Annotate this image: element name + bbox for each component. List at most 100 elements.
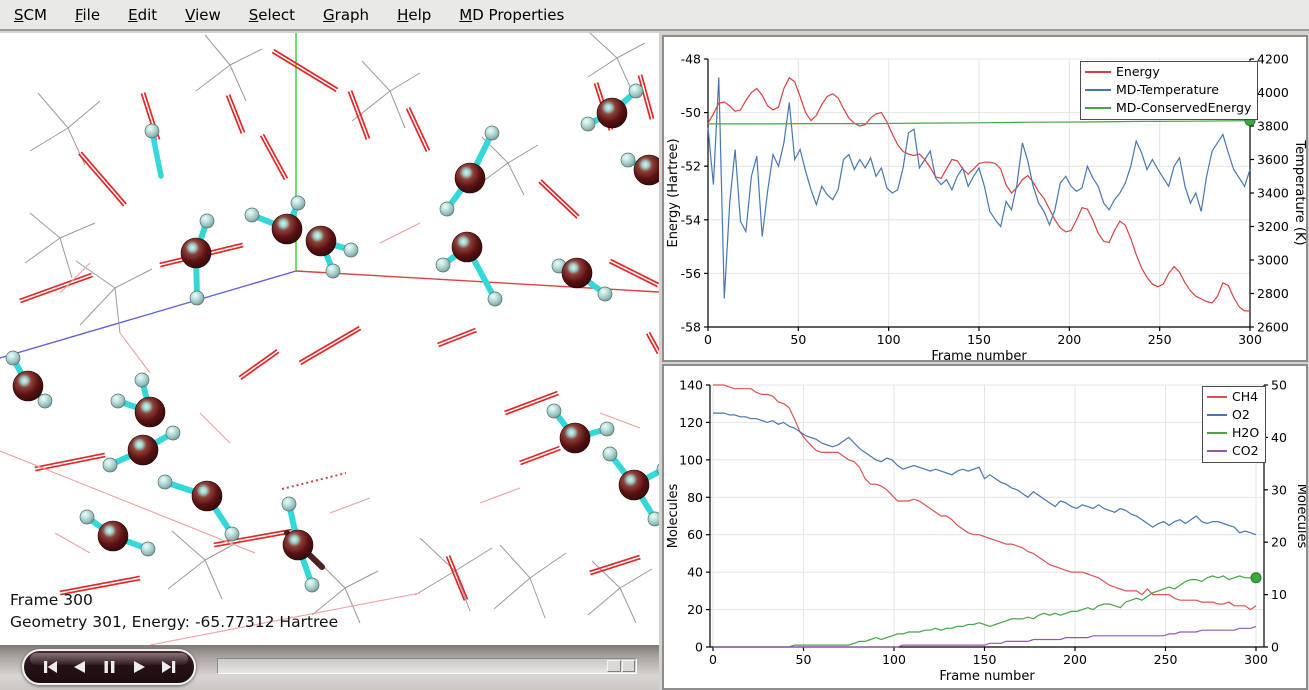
- menu-edit[interactable]: Edit: [128, 6, 157, 24]
- svg-text:30: 30: [1271, 482, 1287, 497]
- water-molecule: [111, 373, 165, 427]
- menu-view[interactable]: View: [185, 6, 221, 24]
- oh-fragment: [145, 124, 161, 176]
- skip-to-end-icon: [160, 659, 179, 675]
- legend-entry-md-conservedenergy: MD-ConservedEnergy: [1085, 99, 1251, 117]
- svg-text:Energy (Hartree): Energy (Hartree): [666, 138, 681, 247]
- o2-molecule: [227, 94, 245, 133]
- o2-molecule: [590, 555, 641, 574]
- svg-text:250: 250: [1154, 652, 1178, 667]
- legend-swatch-co2: [1207, 450, 1227, 453]
- svg-text:120: 120: [679, 415, 703, 430]
- svg-text:250: 250: [1148, 332, 1172, 347]
- o2-molecule: [19, 273, 92, 302]
- skip-to-start-icon: [40, 659, 59, 675]
- step-backward-icon: [70, 659, 89, 675]
- svg-text:0: 0: [709, 652, 717, 667]
- svg-text:-48: -48: [681, 52, 701, 67]
- energy-temperature-chart-panel: 050100150200250300-58-56-54-52-50-482600…: [662, 35, 1308, 362]
- legend-swatch-h2o: [1207, 432, 1227, 435]
- legend-entry-md-temperature: MD-Temperature: [1085, 81, 1251, 99]
- water-molecule: [80, 510, 155, 556]
- player-bar: [0, 645, 659, 690]
- o2-molecule: [407, 107, 430, 151]
- legend-entry-h2o: H2O: [1207, 424, 1259, 442]
- svg-text:3800: 3800: [1257, 119, 1289, 134]
- water-molecule: [103, 426, 180, 472]
- molecules-chart-panel: 0501001502002503000204060801001201400102…: [662, 364, 1308, 690]
- legend-swatch-energy: [1085, 71, 1111, 74]
- svg-text:100: 100: [882, 652, 906, 667]
- svg-text:80: 80: [687, 490, 703, 505]
- water-molecule: [245, 196, 305, 244]
- o2-molecule-faint: [380, 223, 420, 243]
- svg-text:150: 150: [973, 652, 997, 667]
- molecule-scene[interactable]: [0, 33, 659, 645]
- o2-molecule: [539, 180, 579, 218]
- svg-text:200: 200: [1057, 332, 1081, 347]
- water-molecule: [282, 497, 319, 592]
- o2-molecule: [437, 329, 476, 347]
- legend-label: Energy: [1116, 63, 1160, 81]
- svg-text:40: 40: [1271, 430, 1287, 445]
- water-molecule: [552, 258, 612, 301]
- legend-swatch-ch4: [1207, 396, 1227, 399]
- svg-text:100: 100: [877, 332, 901, 347]
- svg-text:50: 50: [796, 652, 812, 667]
- water-molecule: [306, 226, 358, 278]
- svg-text:-50: -50: [681, 105, 701, 120]
- legend-swatch-md-conservedenergy: [1085, 107, 1111, 110]
- skip-to-end-button[interactable]: [159, 658, 179, 676]
- water-molecule: [547, 404, 614, 453]
- svg-text:300: 300: [1244, 652, 1268, 667]
- svg-text:3200: 3200: [1257, 219, 1289, 234]
- play-button[interactable]: [129, 658, 149, 676]
- svg-text:Temperature (K): Temperature (K): [1292, 139, 1306, 245]
- svg-text:50: 50: [1271, 378, 1287, 393]
- o2-molecule: [35, 453, 106, 470]
- current-frame-marker[interactable]: [1251, 573, 1261, 583]
- energy-chart-legend: EnergyMD-TemperatureMD-ConservedEnergy: [1080, 61, 1258, 120]
- legend-label: CH4: [1232, 388, 1258, 406]
- water-molecule: [6, 351, 52, 408]
- o2-molecule: [519, 447, 560, 465]
- svg-text:200: 200: [1063, 652, 1087, 667]
- o2-molecule: [447, 555, 468, 600]
- svg-text:0: 0: [1271, 640, 1279, 655]
- menu-select[interactable]: Select: [249, 6, 295, 24]
- ch4-wireframe: [30, 93, 100, 165]
- svg-text:-56: -56: [681, 266, 701, 281]
- molecule-viewer[interactable]: Frame 300 Geometry 301, Energy: -65.7731…: [0, 33, 659, 645]
- water-molecule: [440, 126, 499, 216]
- svg-text:4200: 4200: [1257, 52, 1289, 67]
- svg-text:100: 100: [679, 452, 703, 467]
- ch4-wireframe: [196, 35, 262, 101]
- svg-text:-58: -58: [681, 320, 701, 335]
- o2-molecule-faint: [480, 488, 520, 503]
- svg-text:-52: -52: [681, 159, 701, 174]
- o2-molecule: [609, 260, 658, 287]
- step-backward-button[interactable]: [69, 658, 89, 676]
- ch4-wireframe: [588, 561, 652, 623]
- svg-text:140: 140: [679, 378, 703, 393]
- water-molecule: [158, 475, 239, 541]
- frame-status: Frame 300 Geometry 301, Energy: -65.7731…: [10, 589, 338, 633]
- menu-help[interactable]: Help: [397, 6, 431, 24]
- menu-file[interactable]: File: [75, 6, 100, 24]
- menu-graph[interactable]: Graph: [323, 6, 369, 24]
- o2-molecule-faint: [55, 533, 90, 553]
- ch4-wireframe: [76, 261, 152, 333]
- legend-swatch-md-temperature: [1085, 89, 1111, 92]
- pause-button[interactable]: [99, 658, 119, 676]
- svg-text:-54: -54: [681, 212, 701, 227]
- legend-entry-energy: Energy: [1085, 63, 1251, 81]
- o2-molecule: [638, 75, 653, 120]
- frame-slider-handle[interactable]: [607, 660, 635, 672]
- svg-text:4000: 4000: [1257, 85, 1289, 100]
- o2-molecule: [79, 152, 126, 206]
- menu-md-properties[interactable]: MD Properties: [459, 6, 564, 24]
- menu-scm[interactable]: SCM: [14, 6, 47, 24]
- frame-slider[interactable]: [217, 658, 637, 674]
- skip-to-start-button[interactable]: [39, 658, 59, 676]
- ams-movie-window: SCM File Edit View Select Graph Help MD Propert…: [0, 0, 1309, 690]
